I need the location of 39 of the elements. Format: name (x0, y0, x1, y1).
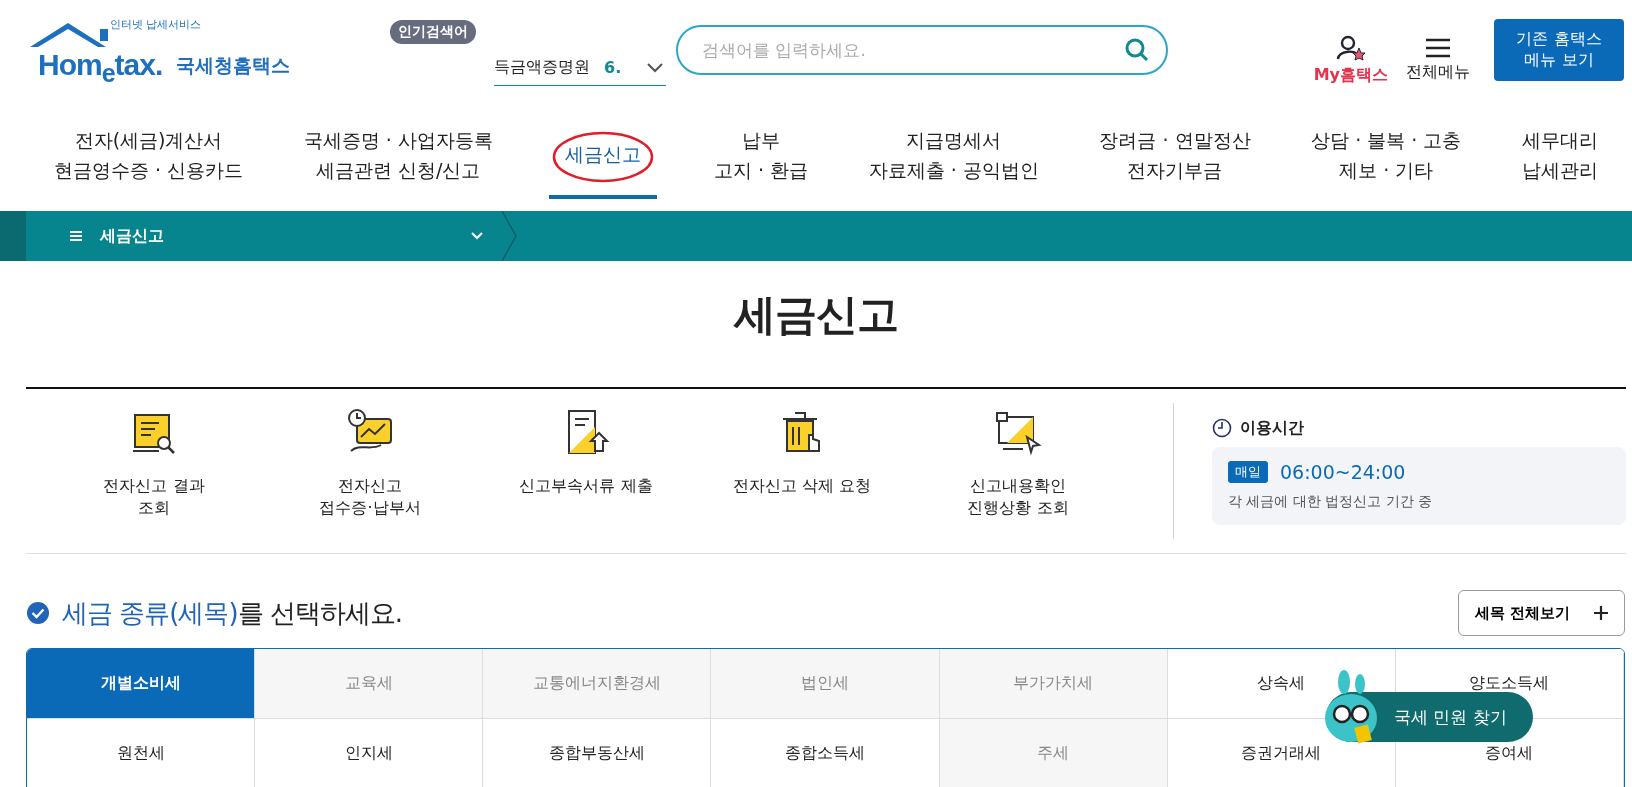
menu-icon (1425, 37, 1451, 58)
nav-tab[interactable]: 납부 고지 · 환급 (710, 112, 813, 199)
tax-type-tab[interactable]: 개별소비세 (27, 649, 256, 719)
header-link[interactable]: My홈택스 (1313, 34, 1388, 86)
hours-title: 이용시간 (1240, 417, 1304, 439)
legacy-menu-button[interactable]: 기존 홈택스 메뉴 보기 (1494, 19, 1624, 81)
popular-search-badge: 인기검색어 (390, 20, 476, 44)
view-all-button[interactable]: 세목 전체보기 (1457, 590, 1625, 636)
page-title: 세금신고 (732, 289, 899, 341)
menu-icon (70, 231, 82, 241)
daily-badge: 매일 (1228, 460, 1268, 483)
logo-tagline: 인터넷 납세서비스 (110, 17, 202, 32)
search-icon[interactable] (1124, 37, 1150, 63)
hours-note: 각 세금에 대한 법정신고 기간 중 (1228, 492, 1434, 511)
chevron-down-icon (470, 231, 484, 241)
clock-icon (1212, 418, 1232, 438)
search-field[interactable]: 검색어를 입력하세요. (676, 25, 1168, 75)
logo-name: 국세청홈택스 (176, 53, 290, 78)
nav-tab[interactable]: 국세증명 · 사업자등록 세금관련 신청/신고 (299, 112, 497, 199)
header-link[interactable]: 전체메뉴 (1406, 37, 1470, 83)
nav-tab[interactable]: 지급명세서 자료제출 · 공익법인 (864, 112, 1043, 199)
check-circle-icon (26, 601, 50, 625)
service-link[interactable]: 신고내용확인 진행상황 조회 (910, 403, 1126, 519)
chevron-down-icon[interactable] (646, 61, 664, 74)
nav-tab[interactable]: 세금신고 (549, 124, 658, 199)
popular-keyword-ticker[interactable]: 득금액증명원 6. (494, 50, 666, 86)
nav-tab[interactable]: 전자(세금)계산서 현금영수증 · 신용카드 (50, 112, 248, 199)
section-heading: 세금 종류(세목)를 선택하세요. (62, 596, 403, 630)
hours-time: 06:00~24:00 (1280, 460, 1406, 483)
search-input[interactable]: 검색어를 입력하세요. (700, 39, 1124, 61)
service-link[interactable]: 전자신고 접수증·납부서 (262, 403, 478, 519)
user-star-icon (1335, 34, 1366, 61)
service-link[interactable]: 신고부속서류 제출 (478, 403, 694, 497)
service-link[interactable]: 전자신고 삭제 요청 (694, 403, 910, 497)
nav-tab[interactable]: 세무대리 납세관리 (1517, 112, 1602, 199)
plus-icon (1594, 606, 1608, 620)
nav-tab[interactable]: 상담 · 불복 · 고충 제보 · 기타 (1307, 112, 1466, 199)
nav-tab[interactable]: 장려금 · 연말정산 전자기부금 (1095, 112, 1255, 199)
service-link[interactable]: 전자신고 결과 조회 (46, 403, 262, 519)
